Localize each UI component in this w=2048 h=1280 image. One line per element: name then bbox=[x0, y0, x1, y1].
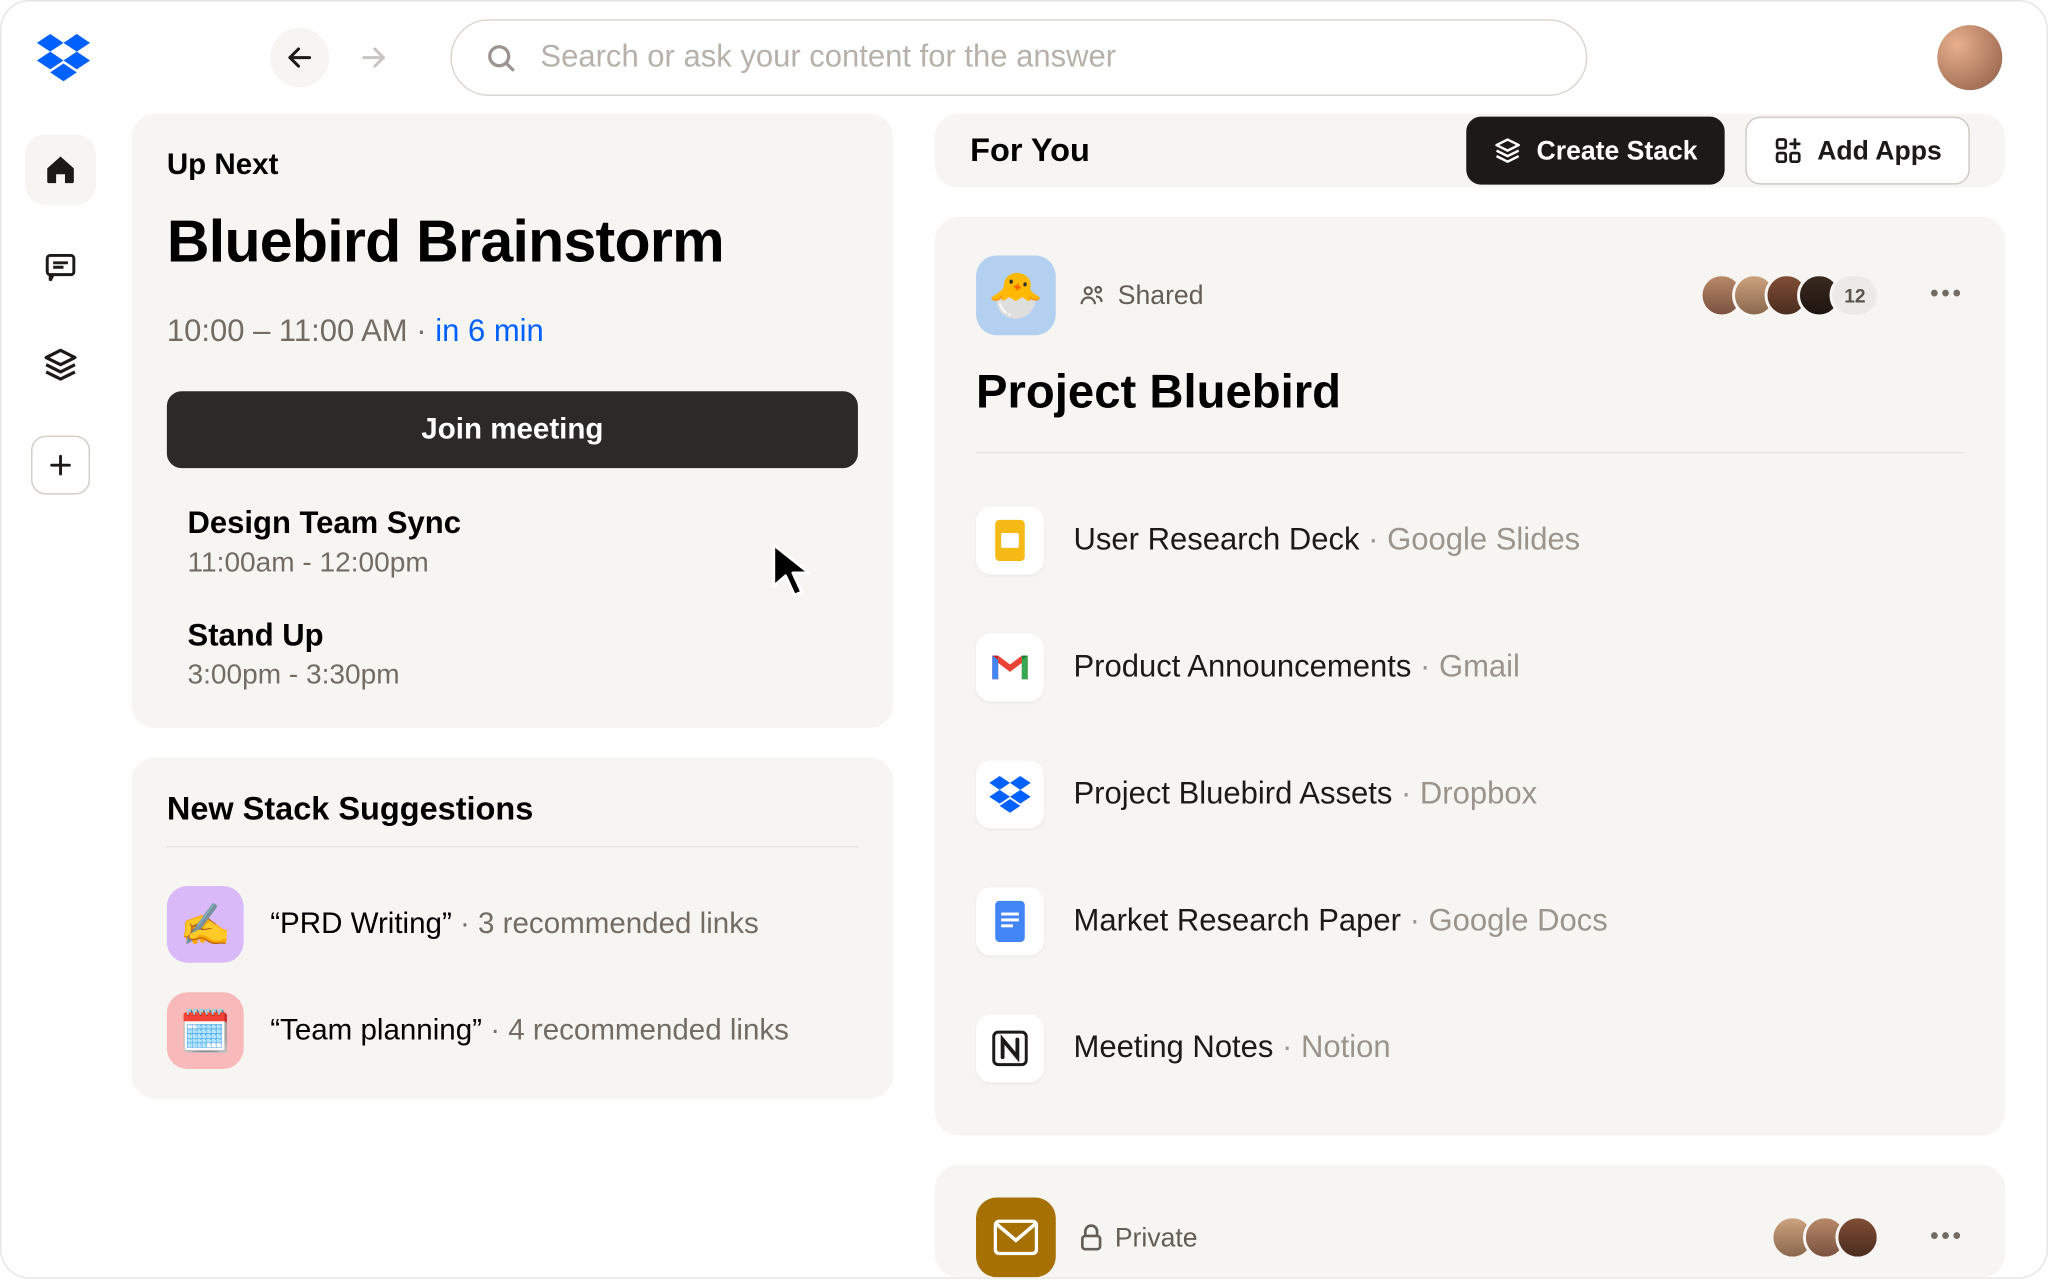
join-meeting-button[interactable]: Join meeting bbox=[167, 391, 858, 468]
stack-icon bbox=[1492, 136, 1522, 166]
docs-icon bbox=[976, 887, 1044, 955]
add-apps-button[interactable]: Add Apps bbox=[1745, 117, 1970, 185]
up-next-card: Up Next Bluebird Brainstorm 10:00 – 11:0… bbox=[131, 114, 893, 728]
gmail-icon bbox=[976, 633, 1044, 701]
event-item[interactable]: Design Team Sync 11:00am - 12:00pm bbox=[167, 506, 858, 580]
file-item[interactable]: User Research Deck · Google Slides bbox=[976, 477, 1964, 604]
sidebar-add-button[interactable] bbox=[31, 436, 90, 495]
sidebar-stacks[interactable] bbox=[25, 329, 96, 400]
up-next-title: Bluebird Brainstorm bbox=[167, 210, 858, 276]
slides-icon bbox=[976, 506, 1044, 574]
up-next-label: Up Next bbox=[167, 149, 858, 183]
dropbox-logo[interactable] bbox=[28, 34, 99, 81]
profile-avatar[interactable] bbox=[1937, 25, 2002, 90]
project-title: Project Bluebird bbox=[976, 365, 1964, 420]
for-you-title: For You bbox=[970, 131, 1445, 169]
mail-icon bbox=[976, 1198, 1056, 1278]
private-badge: Private bbox=[1079, 1222, 1197, 1253]
avatar bbox=[1836, 1215, 1880, 1259]
stack-suggestion-item[interactable]: 🗓️ “Team planning” · 4 recommended links bbox=[167, 978, 858, 1084]
nav-back-button[interactable] bbox=[270, 28, 329, 87]
people-icon bbox=[1079, 282, 1106, 309]
member-avatars[interactable]: 12 bbox=[1712, 273, 1880, 317]
event-item[interactable]: Stand Up 3:00pm - 3:30pm bbox=[167, 619, 858, 693]
member-avatars[interactable] bbox=[1783, 1215, 1880, 1259]
notion-icon bbox=[976, 1014, 1044, 1082]
more-menu-button[interactable]: ••• bbox=[1930, 1224, 1964, 1251]
lock-icon bbox=[1079, 1224, 1103, 1251]
private-card: Private ••• bbox=[935, 1165, 2006, 1277]
dropbox-icon bbox=[976, 760, 1044, 828]
file-item[interactable]: Market Research Paper · Google Docs bbox=[976, 858, 1964, 985]
sidebar-chat[interactable] bbox=[25, 232, 96, 303]
file-item[interactable]: Product Announcements · Gmail bbox=[976, 604, 1964, 731]
project-card: 🐣 Shared 12 ••• bbox=[935, 217, 2006, 1135]
stack-suggestion-item[interactable]: ✍️ “PRD Writing” · 3 recommended links bbox=[167, 871, 858, 977]
stack-suggestions-card: New Stack Suggestions ✍️ “PRD Writing” ·… bbox=[131, 757, 893, 1098]
up-next-time: 10:00 – 11:00 AM · in 6 min bbox=[167, 315, 858, 350]
shared-badge: Shared bbox=[1079, 280, 1203, 311]
file-item[interactable]: Project Bluebird Assets · Dropbox bbox=[976, 731, 1964, 858]
apps-icon bbox=[1773, 136, 1803, 166]
for-you-header: For You Create Stack Add Apps bbox=[935, 114, 2006, 188]
search-bar[interactable] bbox=[450, 19, 1587, 96]
project-emoji: 🐣 bbox=[976, 255, 1056, 335]
stack-suggestions-heading: New Stack Suggestions bbox=[167, 790, 858, 828]
nav-forward-button bbox=[344, 28, 403, 87]
calendar-icon: 🗓️ bbox=[167, 992, 244, 1069]
search-input[interactable] bbox=[540, 40, 1553, 75]
sidebar-home[interactable] bbox=[25, 134, 96, 205]
avatar-overflow-count: 12 bbox=[1830, 273, 1880, 317]
search-icon bbox=[484, 41, 516, 73]
file-item[interactable]: Meeting Notes · Notion bbox=[976, 985, 1964, 1112]
create-stack-button[interactable]: Create Stack bbox=[1466, 117, 1725, 185]
more-menu-button[interactable]: ••• bbox=[1930, 282, 1964, 309]
writing-icon: ✍️ bbox=[167, 886, 244, 963]
